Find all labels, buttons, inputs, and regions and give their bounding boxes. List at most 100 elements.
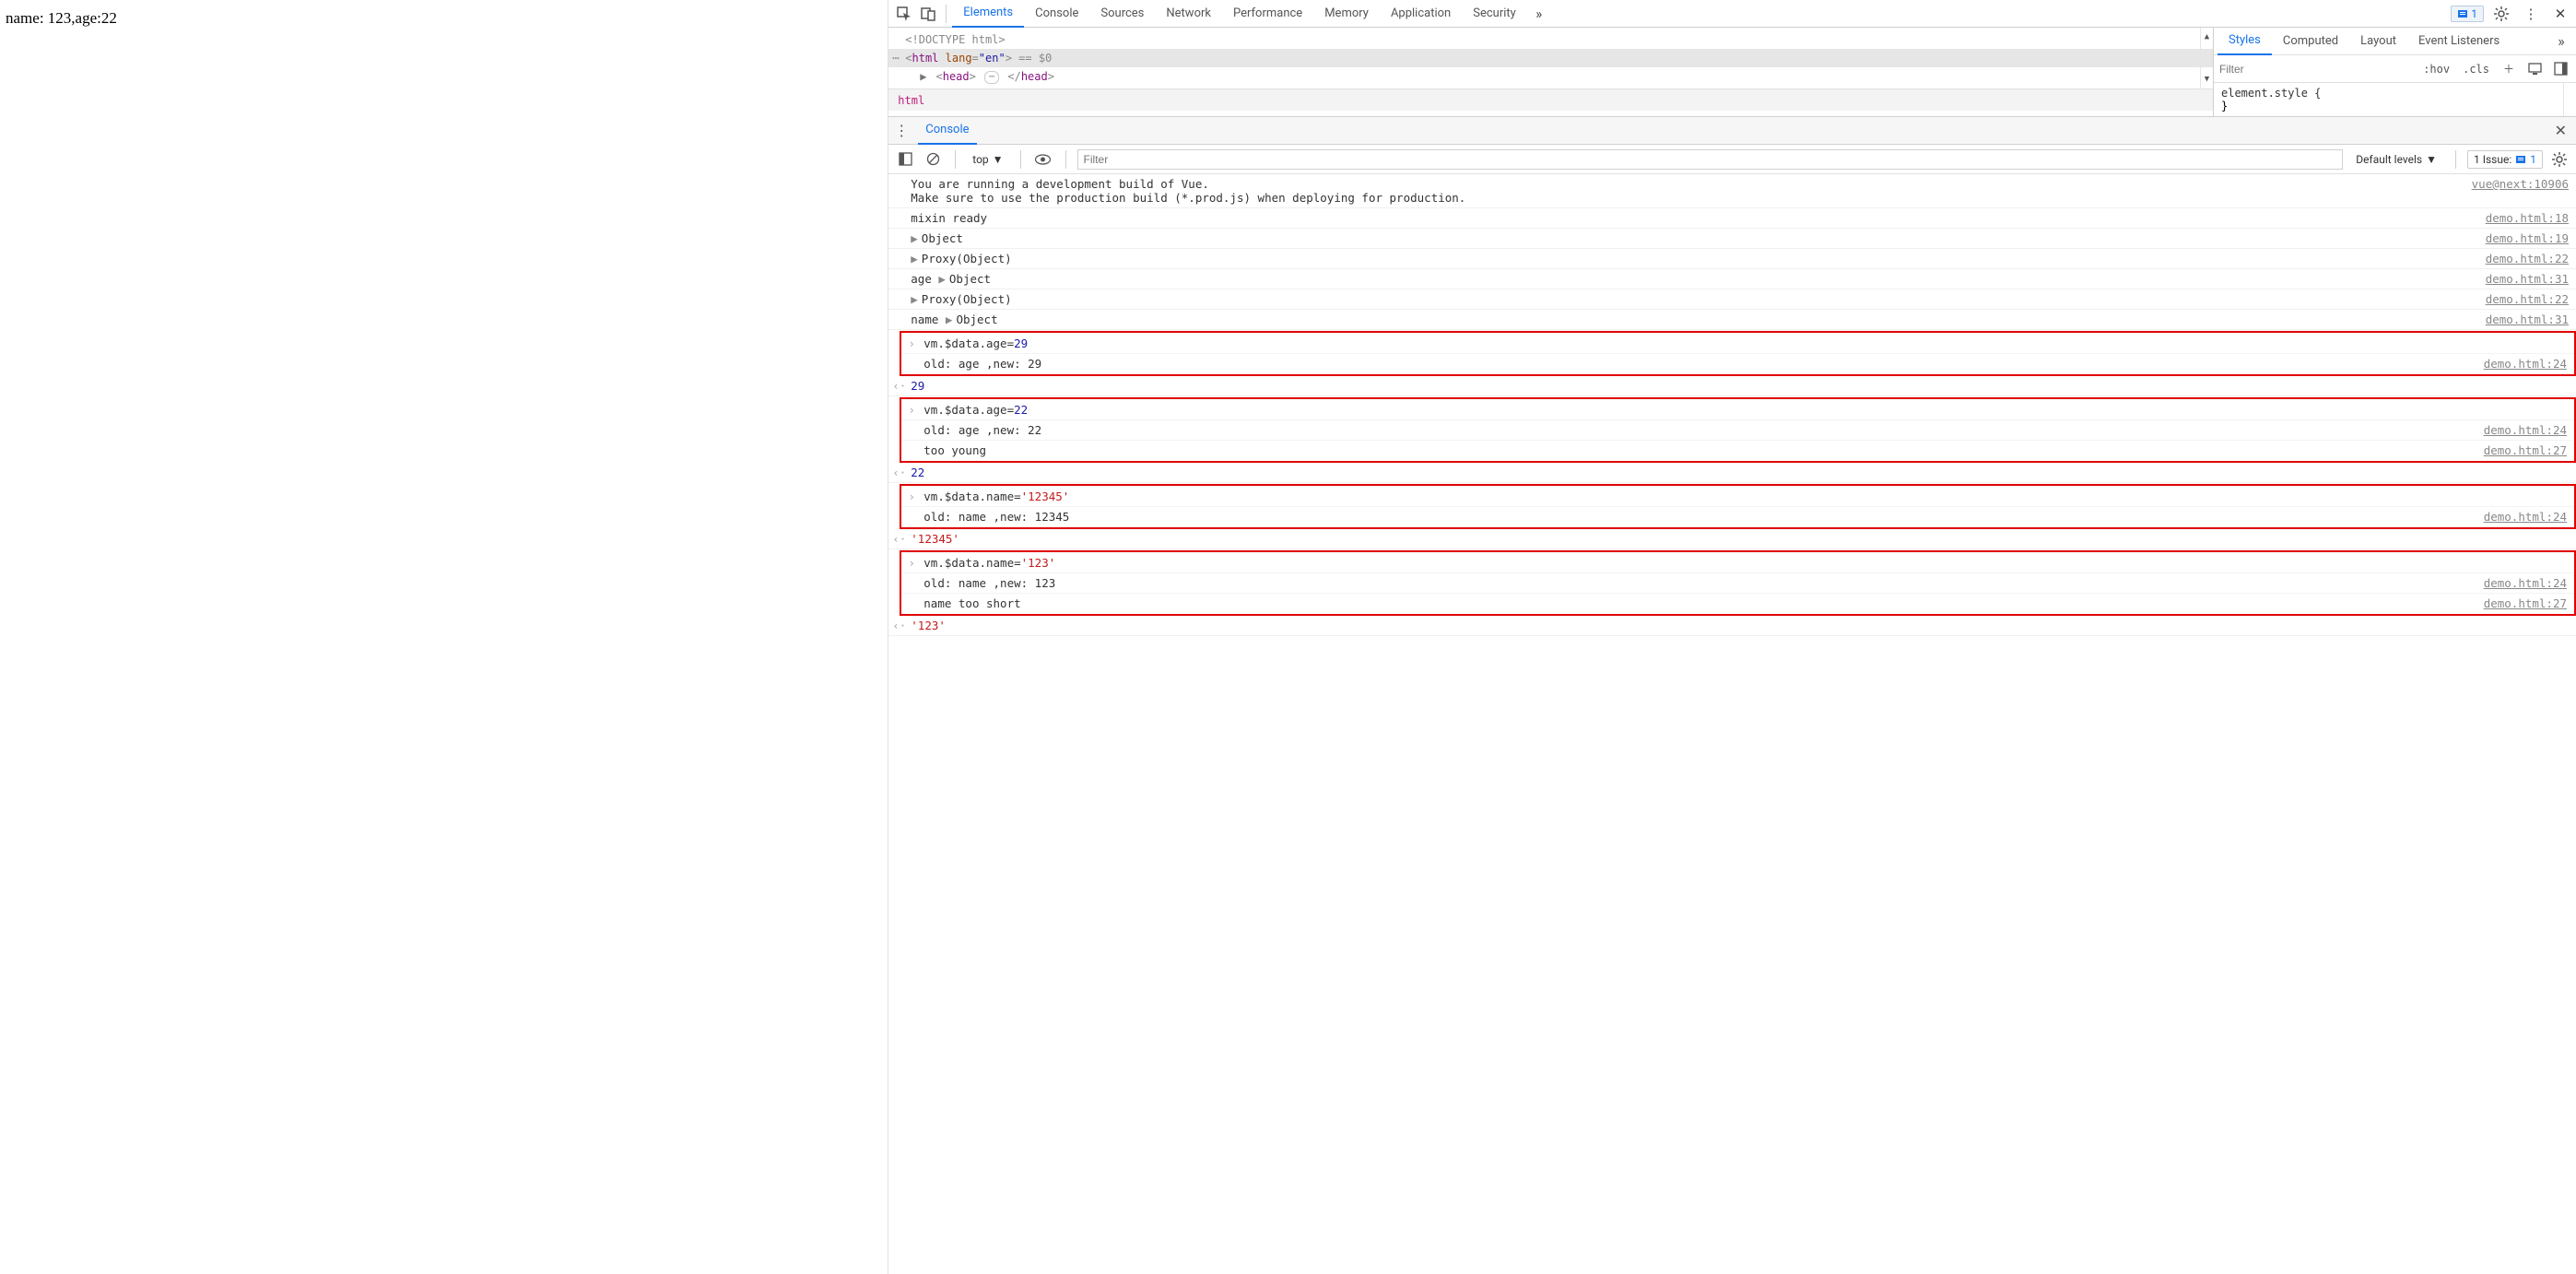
log-row[interactable]: ▶Proxy(Object) demo.html:22	[888, 249, 2576, 269]
cls-toggle[interactable]: .cls	[2459, 61, 2493, 77]
source-link[interactable]: demo.html:27	[2484, 443, 2567, 457]
scroll-up-icon[interactable]: ▲	[2205, 28, 2209, 46]
toggle-panel-icon[interactable]	[2550, 59, 2570, 79]
source-link[interactable]: demo.html:19	[2486, 231, 2569, 245]
inspect-icon[interactable]	[892, 2, 916, 26]
return-chevron-icon: ‹·	[892, 619, 905, 632]
styles-tab-layout[interactable]: Layout	[2349, 28, 2407, 55]
tab-console[interactable]: Console	[1024, 0, 1089, 28]
console-input-row[interactable]: › vm.$data.age=29	[901, 334, 2574, 354]
styles-scrollbar[interactable]	[2563, 83, 2576, 116]
console-filter-input[interactable]	[1077, 149, 2344, 170]
expand-icon[interactable]: ▶	[911, 231, 918, 245]
console-input-row[interactable]: › vm.$data.age=22	[901, 400, 2574, 420]
dom-head[interactable]: ▶ <head> ⋯ </head>	[888, 67, 2213, 86]
dom-scrollbar[interactable]: ▲▼	[2200, 28, 2213, 88]
toggle-sidebar-icon[interactable]	[894, 148, 916, 171]
log-row[interactable]: old: age ,new: 22 demo.html:24	[901, 420, 2574, 441]
console-return-row[interactable]: ‹· '123'	[888, 616, 2576, 636]
expand-icon[interactable]: ▶	[911, 252, 918, 265]
log-row[interactable]: old: name ,new: 123 demo.html:24	[901, 573, 2574, 594]
log-row[interactable]: mixin ready demo.html:18	[888, 208, 2576, 229]
source-link[interactable]: demo.html:22	[2486, 252, 2569, 265]
source-link[interactable]: demo.html:31	[2486, 272, 2569, 286]
tab-performance[interactable]: Performance	[1222, 0, 1313, 28]
source-link[interactable]: demo.html:18	[2486, 211, 2569, 225]
console-input-row[interactable]: › vm.$data.name='123'	[901, 553, 2574, 573]
scroll-down-icon[interactable]: ▼	[2205, 70, 2209, 88]
source-link[interactable]: demo.html:27	[2484, 596, 2567, 610]
console-drawer-tab[interactable]: Console	[918, 117, 976, 145]
clear-console-icon[interactable]	[922, 148, 944, 171]
tab-application[interactable]: Application	[1380, 0, 1462, 28]
console-input-row[interactable]: › vm.$data.name='12345'	[901, 487, 2574, 507]
console-issues-chip[interactable]: 1 Issue: 1	[2467, 150, 2543, 169]
console-menu-icon[interactable]: ⋮	[894, 122, 909, 139]
log-levels-selector[interactable]: Default levels ▼	[2348, 153, 2444, 166]
dom-doctype[interactable]: <!DOCTYPE html>	[888, 30, 2213, 49]
tab-security[interactable]: Security	[1462, 0, 1527, 28]
device-mode-icon[interactable]	[2524, 59, 2545, 79]
hov-toggle[interactable]: :hov	[2419, 61, 2453, 77]
log-row[interactable]: name ▶Object demo.html:31	[888, 310, 2576, 330]
log-row[interactable]: ▶Object demo.html:19	[888, 229, 2576, 249]
settings-icon[interactable]	[2489, 2, 2513, 26]
source-link[interactable]: demo.html:24	[2484, 423, 2567, 437]
close-devtools-icon[interactable]: ✕	[2548, 2, 2572, 26]
console-return-row[interactable]: ‹· 22	[888, 463, 2576, 483]
source-link[interactable]: demo.html:22	[2486, 292, 2569, 306]
dom-html-open[interactable]: ⋯ <html lang="en"> == $0	[888, 49, 2213, 67]
more-tabs-icon[interactable]: »	[1527, 2, 1551, 26]
log-row[interactable]: old: age ,new: 29 demo.html:24	[901, 354, 2574, 373]
log-row[interactable]: You are running a development build of V…	[888, 174, 2576, 208]
input-chevron-icon: ›	[905, 336, 918, 350]
expand-icon[interactable]: ▶	[946, 313, 953, 326]
return-chevron-icon: ‹·	[892, 466, 905, 479]
log-row[interactable]: ▶Proxy(Object) demo.html:22	[888, 289, 2576, 310]
styles-filter-input[interactable]	[2219, 59, 2414, 79]
source-link[interactable]: demo.html:24	[2484, 357, 2567, 371]
dom-breadcrumb[interactable]: html	[888, 88, 2213, 111]
ellipsis-icon: ⋯	[892, 49, 899, 67]
kebab-menu-icon[interactable]: ⋮	[2519, 2, 2543, 26]
separator	[1065, 150, 1066, 169]
styles-tab-computed[interactable]: Computed	[2272, 28, 2349, 55]
log-row[interactable]: age ▶Object demo.html:31	[888, 269, 2576, 289]
console-return-row[interactable]: ‹· '12345'	[888, 529, 2576, 549]
expand-icon[interactable]: ▶	[911, 292, 918, 306]
context-selector[interactable]: top ▼	[967, 153, 1008, 166]
tab-sources[interactable]: Sources	[1089, 0, 1155, 28]
source-link[interactable]: vue@next:10906	[2472, 177, 2569, 191]
new-style-rule-icon[interactable]: ＋	[2499, 59, 2519, 79]
source-link[interactable]: demo.html:24	[2484, 576, 2567, 590]
live-expression-icon[interactable]	[1032, 148, 1054, 171]
styles-tab-styles[interactable]: Styles	[2217, 28, 2272, 55]
expand-icon[interactable]: ▶	[920, 67, 929, 86]
expand-icon[interactable]: ▶	[938, 272, 946, 286]
source-link[interactable]: demo.html:31	[2486, 313, 2569, 326]
dom-tree[interactable]: <!DOCTYPE html> ⋯ <html lang="en"> == $0…	[888, 28, 2213, 88]
console-close-icon[interactable]: ✕	[2551, 122, 2570, 139]
ellipsis-icon[interactable]: ⋯	[984, 71, 999, 84]
console-log[interactable]: You are running a development build of V…	[888, 174, 2576, 1274]
log-row[interactable]: old: name ,new: 12345 demo.html:24	[901, 507, 2574, 526]
styles-tab-eventlisteners[interactable]: Event Listeners	[2407, 28, 2511, 55]
log-row[interactable]: too young demo.html:27	[901, 441, 2574, 460]
source-link[interactable]: demo.html:24	[2484, 510, 2567, 524]
separator	[2455, 150, 2456, 169]
tab-network[interactable]: Network	[1155, 0, 1222, 28]
return-chevron-icon: ‹·	[892, 379, 905, 393]
styles-body[interactable]: element.style { }	[2214, 83, 2563, 116]
console-group: › vm.$data.name='12345' old: name ,new: …	[900, 484, 2576, 529]
tab-memory[interactable]: Memory	[1313, 0, 1380, 28]
input-chevron-icon: ›	[905, 403, 918, 417]
log-row[interactable]: name too short demo.html:27	[901, 594, 2574, 613]
issues-chip[interactable]: 1	[2451, 6, 2484, 22]
tab-elements[interactable]: Elements	[952, 0, 1024, 28]
separator	[955, 150, 956, 169]
console-settings-icon[interactable]	[2548, 148, 2570, 171]
console-return-row[interactable]: ‹· 29	[888, 376, 2576, 396]
device-toolbar-icon[interactable]	[916, 2, 940, 26]
console-drawer-header: ⋮ Console ✕	[888, 117, 2576, 145]
styles-more-icon[interactable]: »	[2550, 32, 2572, 50]
